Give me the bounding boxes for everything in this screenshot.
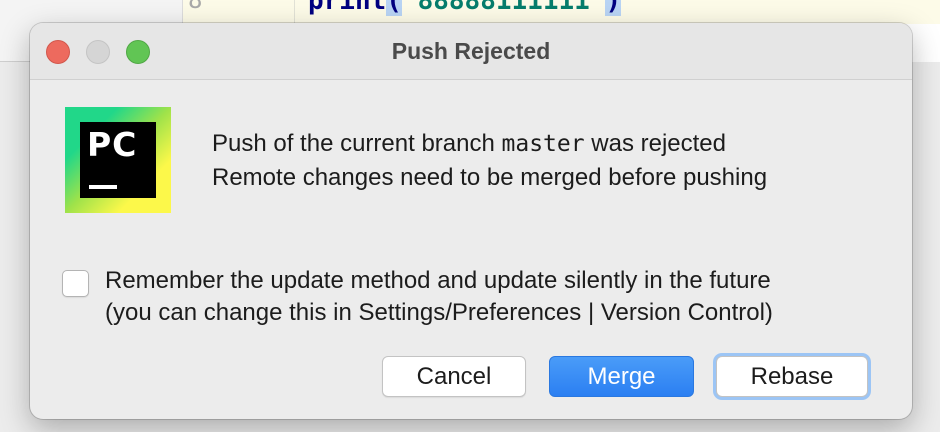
logo-inner: PC: [80, 122, 156, 198]
fold-separator: [294, 0, 295, 24]
message-line-1: Push of the current branch master was re…: [212, 130, 726, 158]
branch-name: master: [501, 131, 585, 157]
dialog-title: Push Rejected: [391, 38, 551, 64]
remember-checkbox[interactable]: [62, 270, 89, 297]
push-rejected-dialog: Push Rejected PC Push of the current bra…: [30, 23, 912, 419]
code-function: print: [308, 0, 387, 16]
cancel-button[interactable]: Cancel: [382, 356, 526, 397]
logo-underscore: [89, 185, 117, 189]
message-suffix: was rejected: [584, 130, 726, 157]
code-string: "88888111111": [401, 0, 606, 16]
message-prefix: Push of the current branch: [212, 130, 502, 157]
remember-checkbox-label[interactable]: Remember the update method and update si…: [105, 265, 771, 297]
pycharm-icon: PC: [65, 107, 171, 213]
code-open-paren: (: [386, 0, 402, 16]
line-number: 8: [188, 0, 203, 14]
remember-checkbox-hint: (you can change this in Settings/Prefere…: [105, 299, 773, 326]
message-line-2: Remote changes need to be merged before …: [212, 164, 768, 191]
merge-button[interactable]: Merge: [549, 356, 694, 397]
code-close-paren: ): [605, 0, 622, 16]
code-line: print("88888111111"): [308, 0, 622, 16]
dialog-titlebar: Push Rejected: [30, 23, 912, 80]
logo-text: PC: [87, 125, 138, 164]
rebase-button[interactable]: Rebase: [716, 356, 868, 397]
